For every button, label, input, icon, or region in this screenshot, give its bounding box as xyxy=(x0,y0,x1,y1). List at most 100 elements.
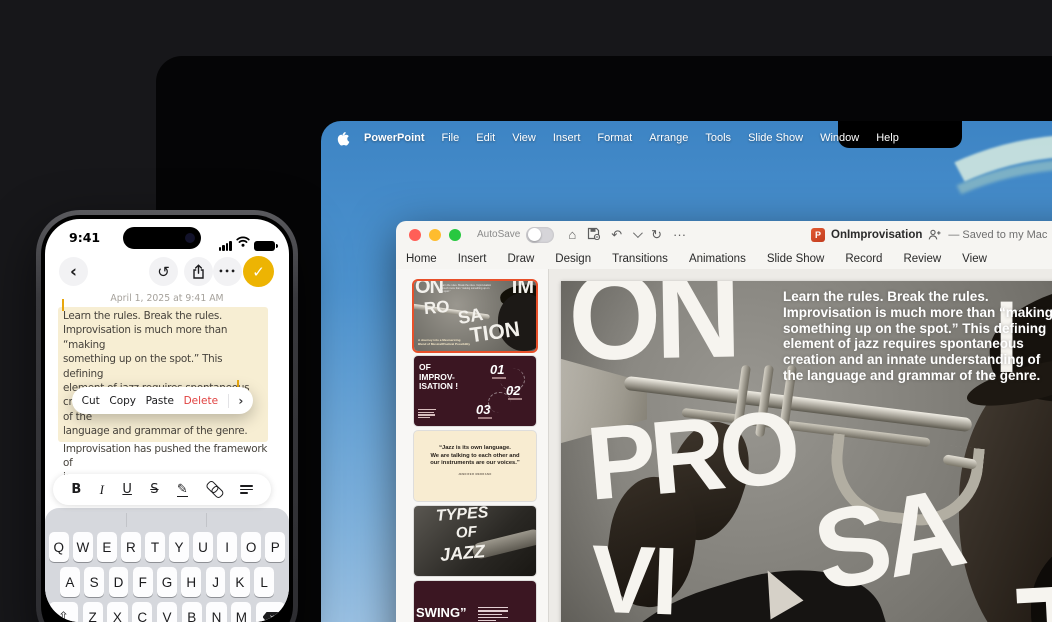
undo-icon[interactable]: ↶ xyxy=(611,228,622,241)
link-icon[interactable] xyxy=(203,479,225,500)
ribbon-tab[interactable]: Review xyxy=(903,253,941,265)
undo-button[interactable]: ↺ xyxy=(149,257,178,286)
save-icon[interactable] xyxy=(587,227,601,242)
ribbon-tab[interactable]: Insert xyxy=(458,253,487,265)
bold-button[interactable]: B xyxy=(71,482,81,497)
menu-bar-item[interactable]: Format xyxy=(597,132,632,144)
key[interactable]: M xyxy=(231,602,252,622)
delete-key[interactable]: × xyxy=(256,602,285,622)
highlighted-selection[interactable]: Learn the rules. Break the rules. Improvi… xyxy=(58,307,268,442)
ribbon-tab[interactable]: View xyxy=(962,253,987,265)
key[interactable]: Y xyxy=(169,532,189,562)
menu-bar-item[interactable]: File xyxy=(442,132,460,144)
key[interactable]: K xyxy=(229,567,250,597)
key[interactable]: E xyxy=(97,532,117,562)
delete-menu-item[interactable]: Delete xyxy=(184,395,219,407)
shift-key[interactable]: ⇧ xyxy=(49,602,78,622)
ribbon-tab[interactable]: Transitions xyxy=(612,253,668,265)
menu-bar-item[interactable]: Window xyxy=(820,132,859,144)
chevron-down-icon[interactable] xyxy=(633,228,644,239)
key[interactable]: A xyxy=(60,567,80,597)
document-title[interactable]: OnImprovisation xyxy=(831,229,922,241)
key[interactable]: X xyxy=(107,602,128,622)
more-button[interactable]: ••• xyxy=(213,257,242,286)
highlighter-pen-icon[interactable]: ✎ xyxy=(176,483,188,497)
key[interactable]: R xyxy=(121,532,141,562)
camera-icon xyxy=(185,233,195,243)
key[interactable]: U xyxy=(193,532,213,562)
menu-bar-app-name[interactable]: PowerPoint xyxy=(364,132,425,144)
key[interactable]: I xyxy=(217,532,237,562)
menu-bar-item[interactable]: Tools xyxy=(705,132,731,144)
menu-bar-item[interactable]: Help xyxy=(876,132,899,144)
minimize-button[interactable] xyxy=(429,228,441,241)
menu-bar-item[interactable]: Insert xyxy=(553,132,581,144)
current-slide-canvas[interactable]: ON I PRO VI SA TO Learn the rules. Break… xyxy=(561,281,1052,622)
menu-bar-item[interactable]: View xyxy=(512,132,536,144)
thumb-letter: OF xyxy=(455,523,478,542)
menu-bar-item[interactable]: Slide Show xyxy=(748,132,803,144)
wifi-icon xyxy=(236,232,250,251)
thumb-quote: “Jazz is its own language. We are talkin… xyxy=(418,445,532,478)
slide-thumbnail-1-selected[interactable]: ON IM RO SA TION Learn the rules. Break … xyxy=(414,281,536,351)
key[interactable]: D xyxy=(108,567,129,597)
slide-thumbnail-5[interactable]: SWING” xyxy=(414,581,536,622)
paste-menu-item[interactable]: Paste xyxy=(146,395,174,407)
zoom-button[interactable] xyxy=(449,228,461,241)
slide-thumbnail-4[interactable]: TYPES OF JAZZ xyxy=(414,506,536,576)
home-icon[interactable]: ⌂ xyxy=(568,228,576,241)
share-people-icon[interactable] xyxy=(928,229,942,241)
ribbon-tab[interactable]: Home xyxy=(406,253,437,265)
slide-body-text[interactable]: Learn the rules. Break the rules. Improvi… xyxy=(783,289,1052,384)
key[interactable]: S xyxy=(84,567,105,597)
close-button[interactable] xyxy=(409,228,421,241)
slide-thumbnail-3[interactable]: “Jazz is its own language. We are talkin… xyxy=(414,431,536,501)
ribbon-tab[interactable]: Design xyxy=(555,253,591,265)
key[interactable]: J xyxy=(205,567,226,597)
window-content: ON IM RO SA TION Learn the rules. Break … xyxy=(396,269,1052,622)
confirm-button[interactable]: ✓ xyxy=(243,256,274,287)
list-format-icon[interactable] xyxy=(239,483,253,497)
more-icon[interactable]: ··· xyxy=(673,228,686,241)
iphone-screen: 9:41 ‹ ↺ ••• ✓ April 1, 2025 at 9:41 AM xyxy=(45,219,289,622)
ribbon-tab[interactable]: Draw xyxy=(507,253,534,265)
back-button[interactable]: ‹ xyxy=(59,257,88,286)
key[interactable]: N xyxy=(206,602,227,622)
key[interactable]: Q xyxy=(49,532,69,562)
key[interactable]: C xyxy=(132,602,153,622)
key[interactable]: H xyxy=(181,567,202,597)
thumb-caption xyxy=(478,607,508,622)
redo-icon[interactable]: ↻ xyxy=(651,228,662,241)
suggestion-bar[interactable] xyxy=(45,508,289,532)
key[interactable]: O xyxy=(241,532,261,562)
key[interactable]: W xyxy=(73,532,93,562)
slide-thumbnail-2[interactable]: OF IMPROV- ISATION ! 01 02 03 xyxy=(414,356,536,426)
italic-button[interactable]: I xyxy=(100,482,104,498)
key[interactable]: P xyxy=(265,532,285,562)
apple-logo-icon[interactable] xyxy=(337,131,350,146)
ribbon-tab[interactable]: Record xyxy=(845,253,882,265)
key[interactable]: L xyxy=(254,567,275,597)
selection-handle-start[interactable] xyxy=(59,299,64,311)
key[interactable]: T xyxy=(145,532,165,562)
underline-button[interactable]: U xyxy=(122,482,132,497)
strikethrough-button[interactable]: S xyxy=(150,482,158,497)
key[interactable]: V xyxy=(156,602,178,622)
ribbon-tab[interactable]: Slide Show xyxy=(767,253,825,265)
key[interactable]: G xyxy=(157,567,177,597)
key[interactable]: Z xyxy=(82,602,103,622)
menu-more-chevron[interactable]: › xyxy=(238,394,243,408)
battery-icon xyxy=(254,240,278,251)
menu-bar-item[interactable]: Edit xyxy=(476,132,495,144)
status-time: 9:41 xyxy=(69,230,101,245)
menu-bar-item[interactable]: Arrange xyxy=(649,132,688,144)
slide-display-letter: VI xyxy=(589,525,678,622)
ribbon-tab[interactable]: Animations xyxy=(689,253,746,265)
key[interactable]: F xyxy=(132,567,153,597)
share-button[interactable] xyxy=(184,257,213,286)
autosave-toggle[interactable] xyxy=(526,226,555,243)
copy-menu-item[interactable]: Copy xyxy=(109,395,136,407)
key[interactable]: B xyxy=(181,602,202,622)
slide-display-letter: PRO xyxy=(582,389,799,523)
cut-menu-item[interactable]: Cut xyxy=(82,395,100,407)
